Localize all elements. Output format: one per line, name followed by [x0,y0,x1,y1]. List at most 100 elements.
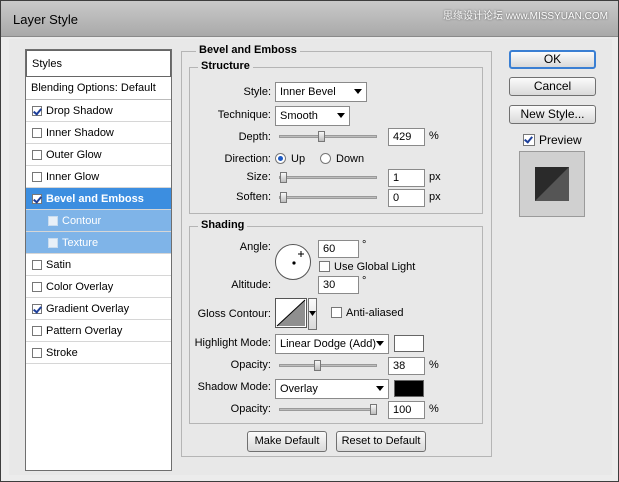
bevel-emboss-title: Bevel and Emboss [196,44,300,56]
style-item-drop-shadow[interactable]: Drop Shadow [26,100,171,122]
checkbox-color-overlay[interactable] [32,281,42,292]
style-dropdown[interactable]: Inner Bevel [275,82,367,102]
style-item-label: Gradient Overlay [46,302,130,315]
checkbox-inner-glow[interactable] [32,171,42,182]
anti-aliased-label[interactable]: Anti-aliased [346,307,403,319]
altitude-label: Altitude: [231,279,271,291]
angle-dial[interactable] [275,244,311,280]
highlight-opacity-slider[interactable] [279,360,377,371]
style-item-texture[interactable]: Texture [26,232,171,254]
gloss-contour-dropdown[interactable] [308,298,317,330]
preview-label[interactable]: Preview [539,133,582,147]
style-item-label: Inner Shadow [46,126,114,139]
cancel-button[interactable]: Cancel [509,77,596,96]
chevron-down-icon [376,386,384,391]
chevron-down-icon [337,113,345,118]
shadow-opacity-slider[interactable] [279,404,377,415]
ok-button[interactable]: OK [509,50,596,69]
direction-down-radio[interactable] [320,153,331,164]
style-item-inner-glow[interactable]: Inner Glow [26,166,171,188]
shadow-opacity-input[interactable]: 100 [388,401,425,419]
direction-up-label[interactable]: Up [291,153,305,165]
gloss-contour-label: Gloss Contour: [197,308,271,320]
blending-options-item[interactable]: Blending Options: Default [26,77,171,100]
style-item-label: Satin [46,258,72,271]
shadow-opacity-slider-thumb[interactable] [370,404,377,415]
size-slider-thumb[interactable] [280,172,287,183]
checkbox-texture[interactable] [48,237,58,248]
reset-default-button[interactable]: Reset to Default [336,431,426,452]
checkbox-outer-glow[interactable] [32,149,42,160]
style-value: Inner Bevel [280,86,336,98]
style-item-label: Drop Shadow [46,104,113,117]
altitude-input[interactable]: 30 [318,276,359,294]
highlight-mode-dropdown[interactable]: Linear Dodge (Add) [275,334,389,354]
style-item-pattern-overlay[interactable]: Pattern Overlay [26,320,171,342]
style-item-contour[interactable]: Contour [26,210,171,232]
soften-slider[interactable] [279,192,377,203]
depth-slider[interactable] [279,131,377,142]
style-item-label: Bevel and Emboss [46,192,144,205]
highlight-mode-label: Highlight Mode: [194,337,271,349]
direction-up-radio[interactable] [275,153,286,164]
size-unit: px [429,171,441,183]
chevron-down-icon [309,311,316,316]
checkbox-pattern-overlay[interactable] [32,325,42,336]
layer-style-dialog: Layer Style 思缘设计论坛 www.MISSYUAN.COM Styl… [0,0,619,482]
dialog-body: Styles Blending Options: Default Drop Sh… [9,39,612,475]
technique-label: Technique: [217,109,271,121]
direction-down-label[interactable]: Down [336,153,364,165]
checkbox-inner-shadow[interactable] [32,127,42,138]
technique-dropdown[interactable]: Smooth [275,106,350,126]
style-item-inner-shadow[interactable]: Inner Shadow [26,122,171,144]
checkbox-drop-shadow[interactable] [32,105,42,116]
anti-aliased-checkbox[interactable] [331,307,342,318]
checkbox-stroke[interactable] [32,347,42,358]
style-item-outer-glow[interactable]: Outer Glow [26,144,171,166]
style-item-gradient-overlay[interactable]: Gradient Overlay [26,298,171,320]
style-item-label: Contour [62,214,102,227]
styles-header[interactable]: Styles [26,50,171,77]
global-light-checkbox[interactable] [319,261,330,272]
soften-input[interactable]: 0 [388,189,425,207]
style-item-satin[interactable]: Satin [26,254,171,276]
soften-label: Soften: [236,191,271,203]
title-bar[interactable]: Layer Style 思缘设计论坛 www.MISSYUAN.COM [1,1,618,37]
style-item-label: Color Overlay [46,280,114,293]
depth-input[interactable]: 429 [388,128,425,146]
style-item-color-overlay[interactable]: Color Overlay [26,276,171,298]
shadow-mode-label: Shadow Mode: [197,381,271,393]
global-light-label[interactable]: Use Global Light [334,261,415,273]
size-label: Size: [246,171,271,183]
shadow-mode-dropdown[interactable]: Overlay [275,379,389,399]
depth-slider-thumb[interactable] [318,131,325,142]
size-slider[interactable] [279,172,377,183]
checkbox-bevel-emboss[interactable] [32,193,42,204]
style-item-label: Outer Glow [46,148,102,161]
preview-checkbox[interactable] [523,134,535,146]
highlight-opacity-input[interactable]: 38 [388,357,425,375]
style-item-stroke[interactable]: Stroke [26,342,171,364]
highlight-color-swatch[interactable] [394,335,424,352]
checkbox-satin[interactable] [32,259,42,270]
checkbox-gradient-overlay[interactable] [32,303,42,314]
style-item-bevel-emboss[interactable]: Bevel and Emboss [26,188,171,210]
effect-preview-thumbnail [519,151,585,217]
size-input[interactable]: 1 [388,169,425,187]
highlight-opacity-slider-thumb[interactable] [314,360,321,371]
checkbox-contour[interactable] [48,215,58,226]
shadow-opacity-unit: % [429,403,439,415]
soften-slider-thumb[interactable] [280,192,287,203]
new-style-button[interactable]: New Style... [509,105,596,124]
chevron-down-icon [354,89,362,94]
shadow-color-swatch[interactable] [394,380,424,397]
angle-input[interactable]: 60 [318,240,359,258]
shadow-opacity-label: Opacity: [230,403,271,415]
style-item-label: Inner Glow [46,170,100,183]
gloss-contour-picker[interactable] [275,298,307,328]
contour-curve-icon [276,299,306,327]
altitude-unit: ° [362,275,367,287]
chevron-down-icon [376,341,384,346]
watermark-text: 思缘设计论坛 www.MISSYUAN.COM [442,11,608,22]
make-default-button[interactable]: Make Default [247,431,327,452]
